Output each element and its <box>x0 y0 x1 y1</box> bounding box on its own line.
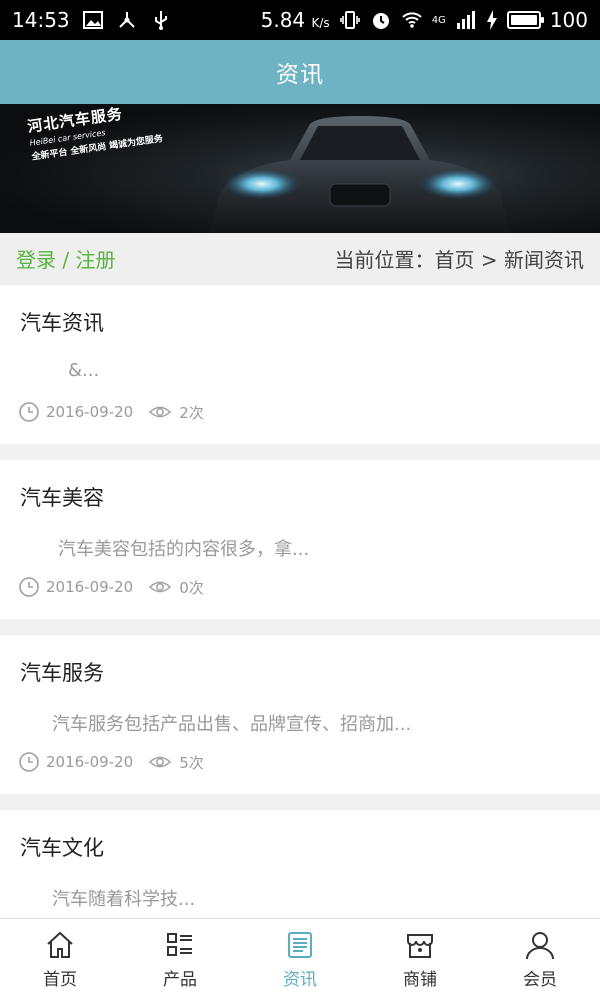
news-icon <box>284 929 316 961</box>
article-meta: 2016-09-20 0次 <box>18 576 204 598</box>
location-bar: 登录 / 注册 当前位置：首页 > 新闻资讯 <box>0 233 600 283</box>
article-views: 5次 <box>179 753 204 772</box>
nav-item-member[interactable]: 会员 <box>480 919 600 1000</box>
article-title: 汽车美容 <box>20 486 104 510</box>
article-meta: 2016-09-20 5次 <box>18 751 204 773</box>
login-register-link[interactable]: 登录 / 注册 <box>16 244 115 273</box>
status-bar: 14:53 5.84 K/s 4G 100 <box>0 0 600 40</box>
article-item[interactable]: 汽车美容 汽车美容包括的内容很多，拿... 2016-09-20 0次 <box>0 460 600 619</box>
eye-icon <box>149 751 173 773</box>
article-item[interactable]: 汽车服务 汽车服务包括产品出售、品牌宣传、招商加... 2016-09-20 5… <box>0 635 600 794</box>
nav-label: 首页 <box>43 970 77 990</box>
clock-icon <box>18 401 40 423</box>
battery-icon <box>506 11 544 29</box>
article-item[interactable]: 汽车资讯 &... 2016-09-20 2次 <box>0 285 600 444</box>
wifi-icon <box>401 9 423 31</box>
article-meta: 2016-09-20 2次 <box>18 401 204 423</box>
article-summary: 汽车随着科学技... <box>52 889 196 910</box>
article-summary: &... <box>68 360 100 381</box>
battery-level: 100 <box>549 8 588 32</box>
page-header: 资讯 <box>0 40 600 104</box>
article-date: 2016-09-20 <box>46 403 134 421</box>
status-time: 14:53 <box>12 8 70 32</box>
network-type: 4G <box>431 14 446 26</box>
article-title: 汽车文化 <box>20 836 104 860</box>
share-notification-icon <box>116 9 138 31</box>
vibrate-icon <box>339 9 361 31</box>
eye-icon <box>149 401 173 423</box>
list-icon <box>164 929 196 961</box>
clock-icon <box>18 751 40 773</box>
nav-label: 商铺 <box>403 970 437 990</box>
clock-icon <box>18 576 40 598</box>
article-summary: 汽车服务包括产品出售、品牌宣传、招商加... <box>52 714 412 735</box>
nav-label: 会员 <box>523 970 557 990</box>
breadcrumb: 当前位置：首页 > 新闻资讯 <box>334 247 584 272</box>
nav-item-home[interactable]: 首页 <box>0 919 120 1000</box>
article-date: 2016-09-20 <box>46 578 134 596</box>
network-speed: 5.84 K/s <box>260 8 330 32</box>
article-title: 汽车资讯 <box>20 311 104 335</box>
article-title: 汽车服务 <box>20 661 104 685</box>
article-views: 0次 <box>179 578 204 597</box>
nav-label: 资讯 <box>283 970 317 990</box>
article-summary: 汽车美容包括的内容很多，拿... <box>58 539 310 560</box>
home-icon <box>44 929 76 961</box>
article-views: 2次 <box>179 403 204 422</box>
signal-icon <box>455 9 477 31</box>
user-icon <box>524 929 556 961</box>
article-date: 2016-09-20 <box>46 753 134 771</box>
nav-item-products[interactable]: 产品 <box>120 919 240 1000</box>
charging-icon <box>486 9 498 31</box>
banner[interactable]: 河北汽车服务 HeiBei car services 全新平台 全新风尚 竭诚为… <box>0 104 600 233</box>
shop-icon <box>404 929 436 961</box>
image-notification-icon <box>82 9 104 31</box>
bottom-nav: 首页 产品 资讯 商铺 会员 <box>0 918 600 1000</box>
eye-icon <box>149 576 173 598</box>
nav-item-shops[interactable]: 商铺 <box>360 919 480 1000</box>
alarm-icon <box>370 9 392 31</box>
page-title: 资讯 <box>276 62 324 88</box>
nav-label: 产品 <box>163 970 197 990</box>
nav-item-news[interactable]: 资讯 <box>240 919 360 1000</box>
usb-icon <box>150 9 172 31</box>
